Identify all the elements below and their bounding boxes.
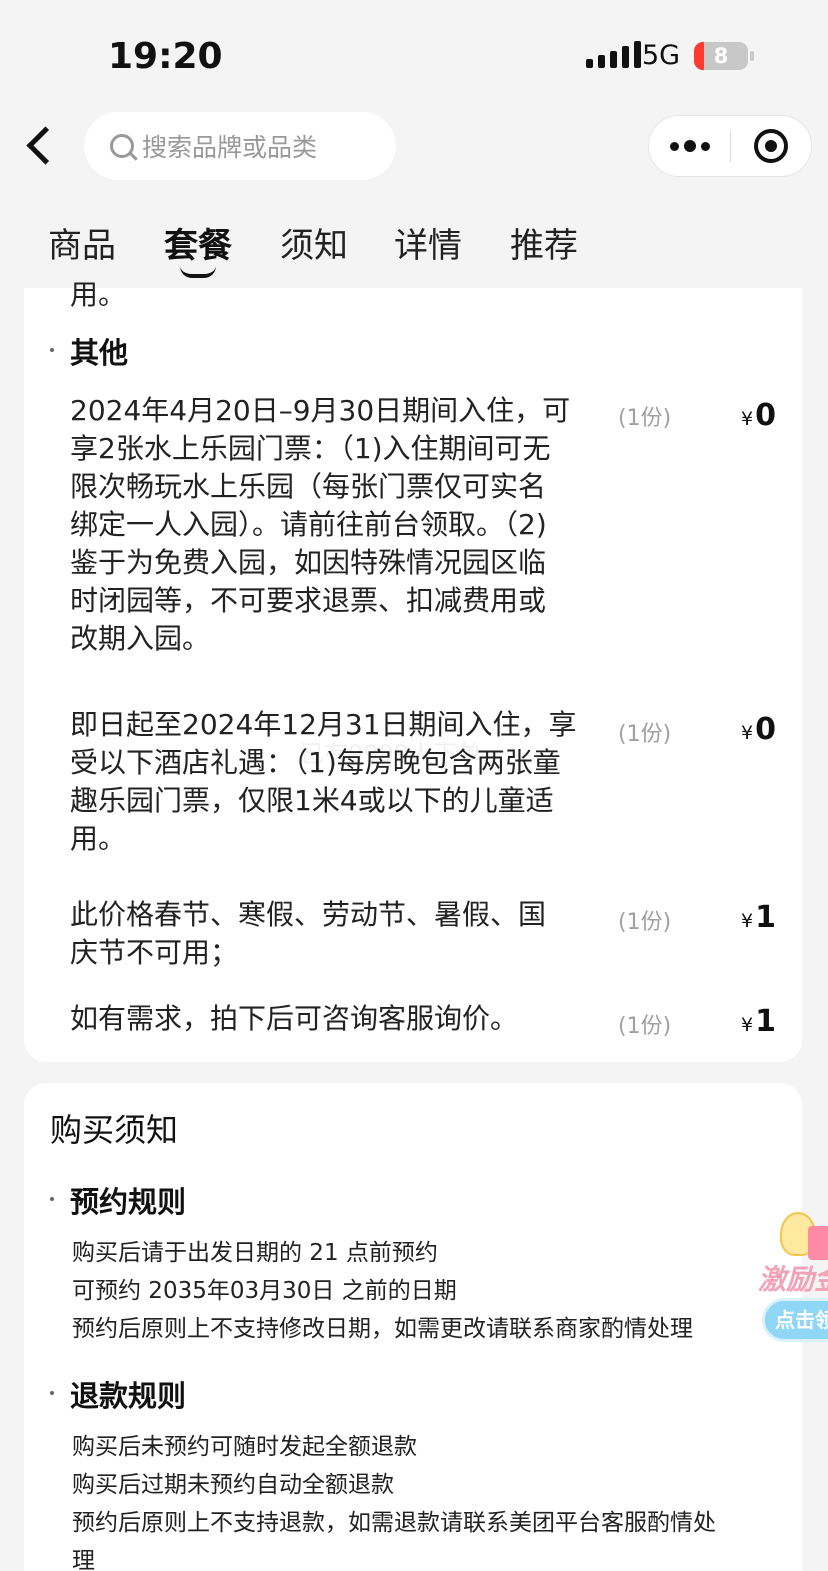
package-cut-line: 用。 — [70, 278, 127, 311]
item-price: ¥1 — [741, 1004, 776, 1039]
search-placeholder: 搜索品牌或品类 — [142, 133, 318, 162]
booking-rule-line: 可预约 2035年03月30日 之前的日期 — [72, 1278, 457, 1304]
bullet-icon — [50, 1391, 54, 1395]
more-dot-icon — [684, 140, 696, 152]
item-quantity: (1份) — [618, 406, 672, 431]
search-bar[interactable]: 搜索品牌或品类 — [84, 112, 396, 180]
tab-notice[interactable]: 须知 — [280, 218, 348, 267]
tab-recommend[interactable]: 推荐 — [510, 218, 578, 267]
target-icon — [754, 129, 788, 163]
refund-rule-line: 预约后原则上不支持退款，如需退款请联系美团平台客服酌情处 — [72, 1510, 716, 1536]
battery-level: 8 — [713, 44, 729, 68]
booking-rule-line: 预约后原则上不支持修改日期，如需更改请联系商家酌情处理 — [72, 1316, 693, 1342]
purchase-notice-card: 购买须知 预约规则 购买后请于出发日期的 21 点前预约 可预约 2035年03… — [24, 1083, 802, 1571]
item-price: ¥1 — [741, 900, 776, 935]
item-price: ¥0 — [741, 398, 776, 433]
notice-title: 购买须知 — [50, 1111, 179, 1149]
promo-claim-button[interactable]: 点击领 — [762, 1298, 828, 1342]
booking-rule-line: 购买后请于出发日期的 21 点前预约 — [72, 1240, 438, 1266]
package-item-text: 2024年4月20日–9月30日期间入住，可 享2张水上乐园门票：（1)入住期间… — [70, 394, 571, 655]
refund-rule-line: 购买后过期未预约自动全额退款 — [72, 1472, 394, 1498]
more-button[interactable] — [649, 116, 731, 176]
tab-package[interactable]: 套餐 — [164, 218, 232, 267]
incentive-promo-widget[interactable]: 激励金 点击领 — [758, 1212, 828, 1347]
more-dot-icon — [670, 141, 679, 151]
package-card: 用。 其他 2024年4月20日–9月30日期间入住，可 享2张水上乐园门票：（… — [24, 278, 802, 1062]
section-title-booking: 预约规则 — [70, 1185, 187, 1219]
tab-details[interactable]: 详情 — [394, 218, 462, 267]
promo-label: 激励金 — [758, 1263, 828, 1296]
gift-icon — [808, 1226, 828, 1260]
section-title-refund: 退款规则 — [70, 1379, 187, 1413]
miniprogram-capsule — [648, 115, 812, 177]
section-title-other: 其他 — [70, 336, 129, 370]
package-item-text: 即日起至2024年12月31日期间入住，享 受以下酒店礼遇：（1)每房晚包含两张… — [70, 708, 577, 855]
watermark: 已有9999人下单 — [300, 740, 482, 768]
package-item-text: 如有需求，拍下后可咨询客服询价。 — [70, 1002, 519, 1035]
bullet-icon — [50, 1197, 54, 1201]
item-quantity: (1份) — [618, 1014, 672, 1039]
item-price: ¥0 — [741, 712, 776, 747]
refund-rule-line: 购买后未预约可随时发起全额退款 — [72, 1434, 417, 1460]
battery-icon: 8 — [694, 42, 748, 70]
back-button[interactable] — [20, 124, 60, 168]
network-type: 5G — [642, 40, 681, 71]
battery-cap — [750, 51, 754, 61]
status-time: 19:20 — [108, 36, 223, 77]
bullet-icon — [50, 348, 54, 352]
refund-rule-line: 理 — [72, 1548, 95, 1571]
item-quantity: (1份) — [618, 722, 672, 747]
search-icon — [110, 134, 134, 158]
package-item-text: 此价格春节、寒假、劳动节、暑假、国 庆节不可用； — [70, 898, 547, 969]
status-bar: 19:20 5G 8 — [0, 0, 828, 110]
cellular-signal-icon — [586, 41, 641, 68]
close-miniprogram-button[interactable] — [731, 116, 811, 176]
item-quantity: (1份) — [618, 910, 672, 935]
more-dot-icon — [701, 141, 710, 151]
tab-goods[interactable]: 商品 — [48, 218, 116, 267]
